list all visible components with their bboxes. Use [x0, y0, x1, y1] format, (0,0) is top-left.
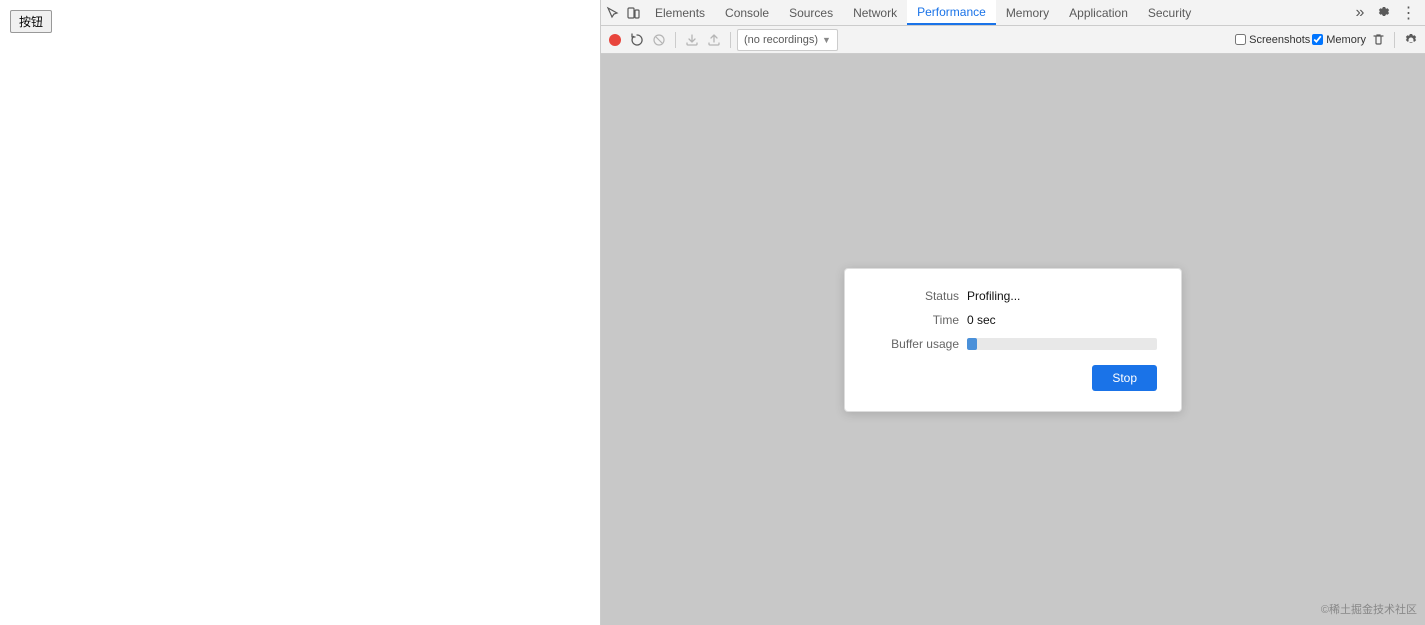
toolbar: (no recordings) ▼ Screenshots Memory	[601, 26, 1425, 54]
toolbar-separator-2	[730, 32, 731, 48]
time-value: 0 sec	[967, 313, 996, 327]
recordings-arrow-icon: ▼	[822, 35, 831, 45]
more-options-icon[interactable]: ⋮	[1399, 4, 1417, 22]
screenshots-checkbox[interactable]	[1235, 34, 1246, 45]
time-row: Time 0 sec	[869, 313, 1157, 327]
tab-network[interactable]: Network	[843, 0, 907, 25]
tab-bar-left-icons	[601, 5, 645, 21]
page-button[interactable]: 按钮	[10, 10, 52, 33]
settings-gear-icon[interactable]	[1375, 4, 1393, 22]
clear-button[interactable]	[649, 30, 669, 50]
panel-settings-icon[interactable]	[1401, 30, 1421, 50]
status-row: Status Profiling...	[869, 289, 1157, 303]
tab-security[interactable]: Security	[1138, 0, 1201, 25]
buffer-row: Buffer usage	[869, 337, 1157, 351]
memory-label-toolbar: Memory	[1326, 34, 1366, 46]
screenshots-label: Screenshots	[1249, 34, 1310, 46]
tab-sources[interactable]: Sources	[779, 0, 843, 25]
tab-console[interactable]: Console	[715, 0, 779, 25]
stop-button[interactable]: Stop	[1092, 365, 1157, 391]
record-button[interactable]	[605, 30, 625, 50]
toolbar-separator-1	[675, 32, 676, 48]
record-dot	[609, 34, 621, 46]
tab-bar: Elements Console Sources Network Perform…	[601, 0, 1425, 26]
screenshots-checkbox-label[interactable]: Screenshots	[1235, 34, 1310, 46]
memory-checkbox[interactable]	[1312, 34, 1323, 45]
inspect-icon[interactable]	[605, 5, 621, 21]
main-content-area: Status Profiling... Time 0 sec Buffer us…	[601, 54, 1425, 625]
recordings-value: (no recordings)	[744, 34, 818, 46]
page-area: 按钮	[0, 0, 600, 625]
device-icon[interactable]	[625, 5, 641, 21]
buffer-bar-container	[967, 338, 1157, 350]
time-label: Time	[869, 313, 959, 327]
tab-bar-right: » ⋮	[1343, 4, 1425, 22]
buffer-label: Buffer usage	[869, 337, 959, 351]
recordings-select[interactable]: (no recordings) ▼	[737, 29, 838, 51]
clear-recordings-button[interactable]	[1368, 30, 1388, 50]
tab-elements[interactable]: Elements	[645, 0, 715, 25]
devtools-panel: Elements Console Sources Network Perform…	[600, 0, 1425, 625]
more-tabs-icon[interactable]: »	[1351, 4, 1369, 22]
status-value: Profiling...	[967, 289, 1020, 303]
save-profile-button[interactable]	[704, 30, 724, 50]
profiling-dialog: Status Profiling... Time 0 sec Buffer us…	[844, 268, 1182, 412]
tab-memory[interactable]: Memory	[996, 0, 1059, 25]
watermark: ©稀土掘金技术社区	[1321, 601, 1417, 617]
dialog-footer: Stop	[869, 365, 1157, 391]
buffer-bar-fill	[967, 338, 977, 350]
load-profile-button[interactable]	[682, 30, 702, 50]
tab-performance[interactable]: Performance	[907, 0, 996, 25]
tab-application[interactable]: Application	[1059, 0, 1138, 25]
reload-record-button[interactable]	[627, 30, 647, 50]
memory-checkbox-label[interactable]: Memory	[1312, 34, 1366, 46]
tab-list: Elements Console Sources Network Perform…	[645, 0, 1343, 25]
status-label: Status	[869, 289, 959, 303]
toolbar-separator-3	[1394, 32, 1395, 48]
